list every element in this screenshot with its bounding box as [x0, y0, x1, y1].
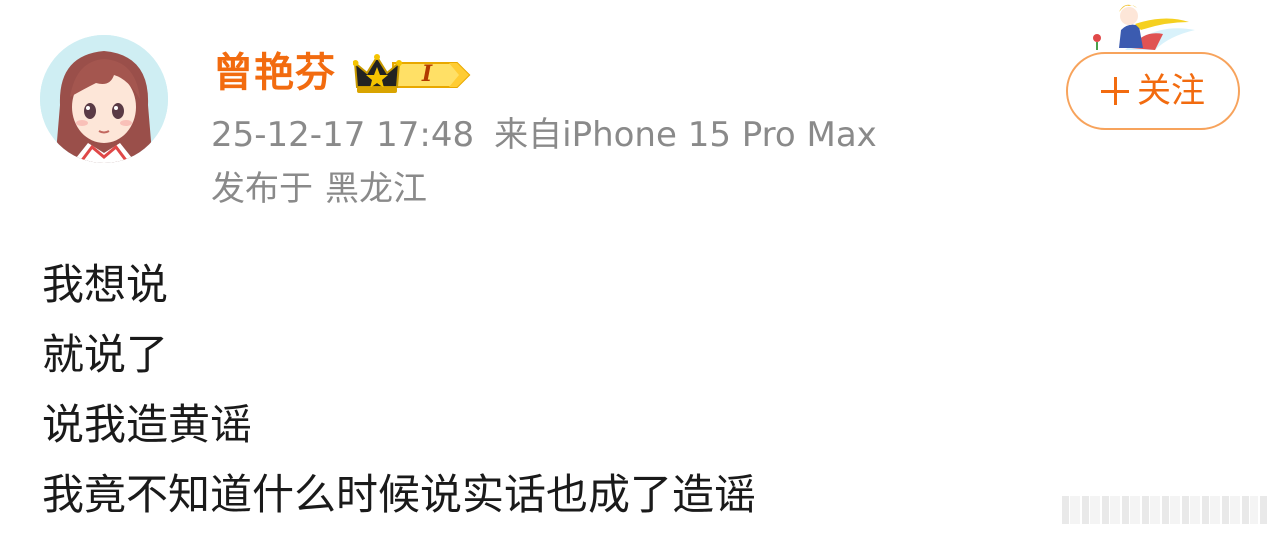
vip-level: I — [421, 61, 433, 87]
plus-icon — [1101, 77, 1129, 105]
username[interactable]: 曾艳芬 — [213, 48, 336, 98]
vip-badge[interactable]: I — [353, 53, 471, 97]
post-location: 发布于 黑龙江 — [211, 167, 427, 211]
weibo-post-card: 曾艳芬 I 25-12-17 17:48 来自iPhone 15 Pro Max … — [0, 0, 1283, 538]
watermark — [1062, 496, 1268, 524]
follow-button[interactable]: 关注 — [1066, 52, 1240, 130]
watermark-bars-icon — [1062, 496, 1267, 524]
post-meta: 25-12-17 17:48 来自iPhone 15 Pro Max — [211, 113, 877, 157]
content-line: 我想说 — [42, 260, 169, 309]
post-source[interactable]: 来自iPhone 15 Pro Max — [494, 115, 877, 155]
content-line: 我竟不知道什么时候说实话也成了造谣 — [42, 470, 757, 519]
anime-girl-avatar-icon — [40, 35, 168, 163]
crown-icon — [353, 54, 471, 93]
content-line: 说我造黄谣 — [42, 400, 253, 449]
location-name: 黑龙江 — [325, 169, 427, 209]
follow-label: 关注 — [1137, 71, 1205, 111]
post-content: 我想说 就说了 说我造黄谣 我竟不知道什么时候说实话也成了造谣 — [42, 250, 756, 530]
decoration-figure — [1085, 0, 1197, 52]
post-time: 25-12-17 17:48 — [211, 115, 475, 155]
little-prince-icon — [1093, 4, 1195, 50]
content-line: 就说了 — [42, 330, 169, 379]
location-prefix: 发布于 — [211, 169, 313, 209]
avatar[interactable] — [40, 35, 168, 163]
